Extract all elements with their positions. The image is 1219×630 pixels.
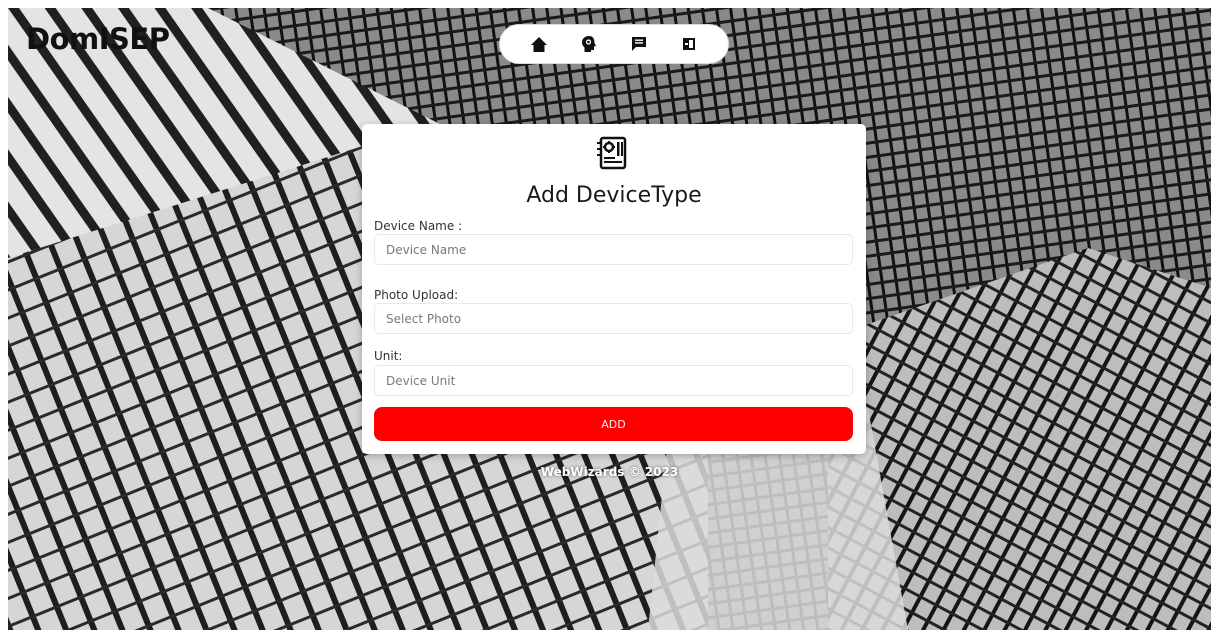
photo-upload-label: Photo Upload: [374,288,459,302]
nav-support-button[interactable] [576,31,602,57]
footer-copyright: WebWizards © 2023 [540,465,679,479]
top-nav [499,24,729,64]
unit-label: Unit: [374,349,403,363]
device-name-input[interactable] [374,234,853,265]
form-title: Add DeviceType [526,183,702,208]
photo-upload-input[interactable] [374,303,853,334]
nav-messages-button[interactable] [626,31,652,57]
device-name-label: Device Name : [374,219,463,233]
brand-logo[interactable]: DomISEP [26,22,170,56]
add-button[interactable]: ADD [374,407,853,441]
logout-icon [683,38,695,50]
lightbulb-head-icon [582,36,596,52]
add-device-type-card: Add DeviceType Device Name : Photo Uploa… [362,124,866,454]
unit-input[interactable] [374,365,853,396]
nav-logout-button[interactable] [676,31,702,57]
device-board-icon [595,136,631,176]
message-icon [632,37,646,51]
nav-home-button[interactable] [526,31,552,57]
home-icon [531,36,547,52]
